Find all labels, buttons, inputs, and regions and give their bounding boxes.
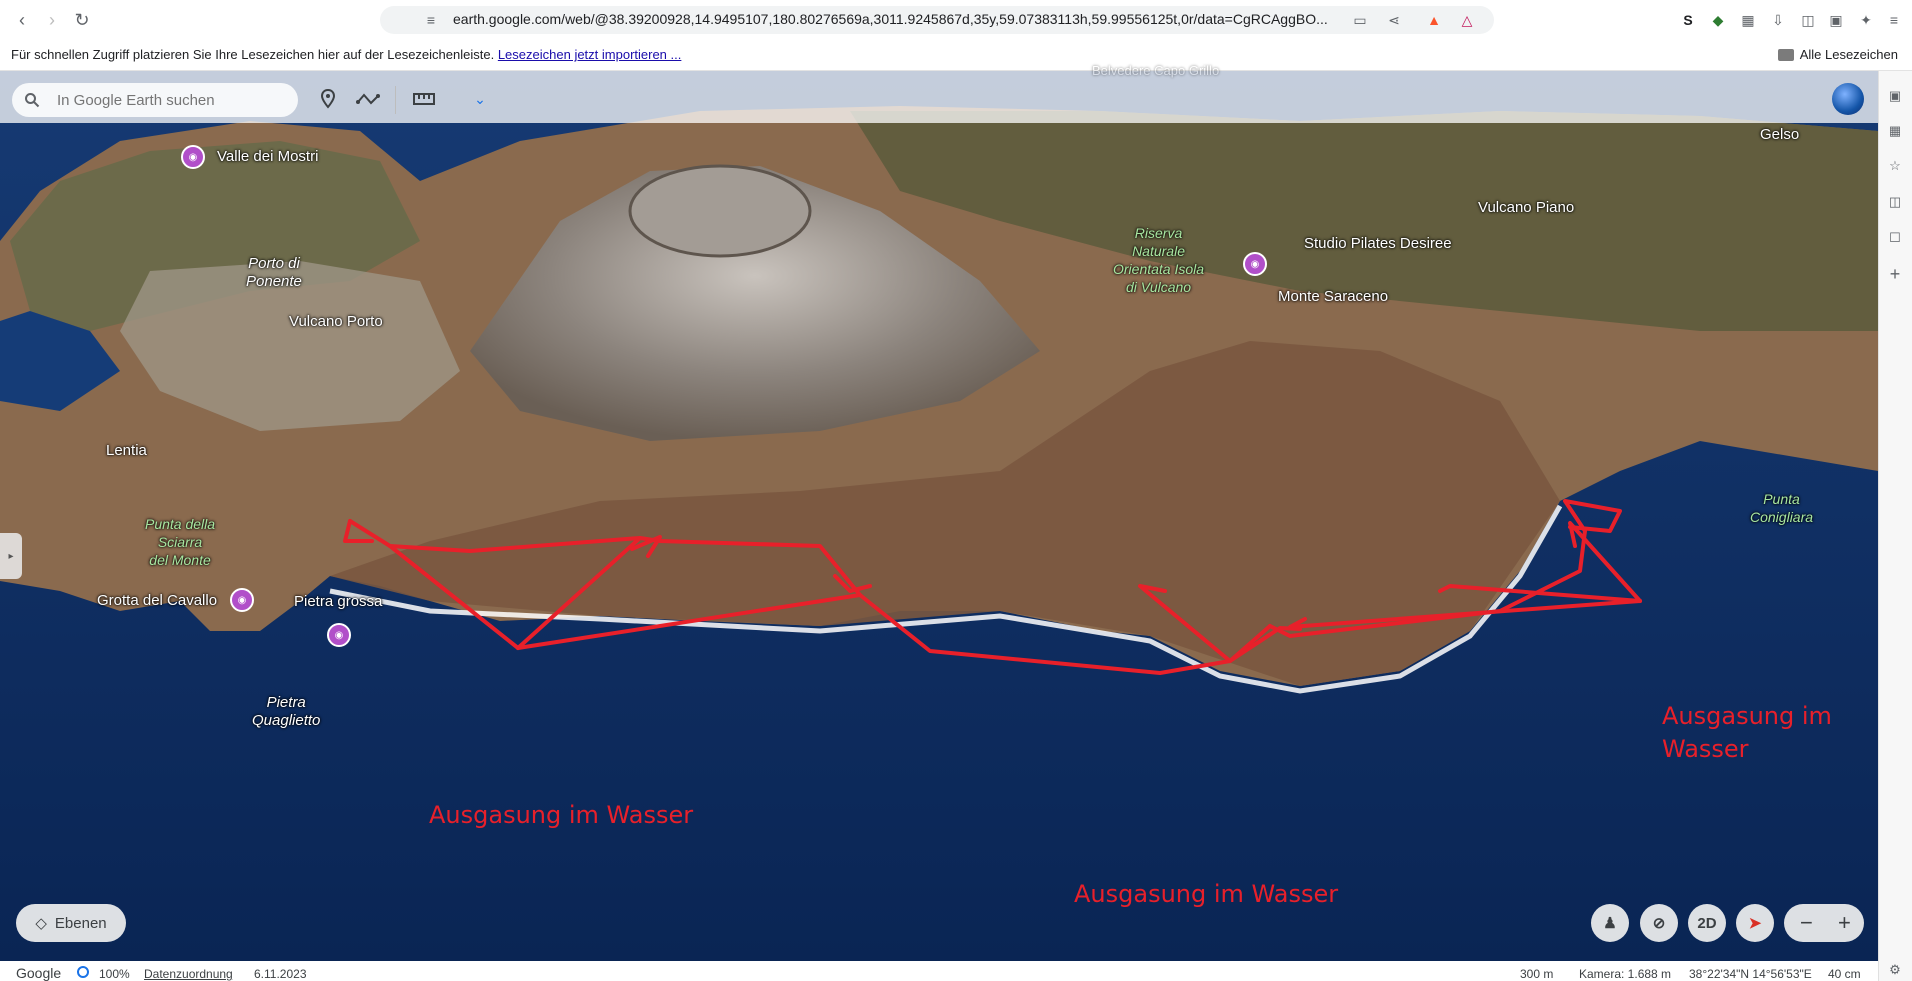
earth-3d-view[interactable] <box>0 71 1878 961</box>
notes-side-icon[interactable]: ☐ <box>1887 230 1903 246</box>
wallet-side-icon[interactable]: ▣ <box>1887 88 1903 104</box>
photo-pin-icon[interactable]: ◉ <box>1243 252 1267 276</box>
extension-s-icon[interactable]: S <box>1678 10 1698 30</box>
url-text[interactable]: earth.google.com/web/@38.39200928,14.949… <box>453 11 1328 27</box>
reset-view-icon[interactable]: ⊘ <box>1640 904 1678 942</box>
sidebar-toggle-icon[interactable]: ◫ <box>1798 10 1818 30</box>
path-icon[interactable] <box>355 88 381 110</box>
google-logo: Google <box>16 965 62 981</box>
place-label-line: Riserva <box>1134 225 1183 241</box>
all-bookmarks-button[interactable]: Alle Lesezeichen <box>1777 47 1898 62</box>
place-label[interactable]: Pietra grossa <box>294 593 382 611</box>
attribution-link[interactable]: Datenzuordnung <box>144 967 233 981</box>
imagery-date: 6.11.2023 <box>254 967 307 981</box>
place-label-line: Pietra <box>266 694 306 711</box>
place-label-line: Porto di <box>248 255 300 272</box>
vpn-shield-icon[interactable]: ◆ <box>1708 10 1728 30</box>
layers-label: Ebenen <box>54 914 107 932</box>
add-side-panel-icon[interactable]: + <box>1887 264 1903 284</box>
photo-pin-icon[interactable]: ◉ <box>230 588 254 612</box>
history-side-icon[interactable]: ◫ <box>1887 194 1903 210</box>
annotation-text: Ausgasung im Wasser <box>1074 880 1339 908</box>
settings-side-icon[interactable]: ⚙ <box>1887 962 1903 978</box>
place-label[interactable]: Monte Saraceno <box>1278 288 1388 306</box>
place-label-line: Conigliara <box>1750 509 1814 525</box>
place-label[interactable]: Studio Pilates Desiree <box>1304 235 1452 253</box>
place-label[interactable]: Porto di Ponente <box>246 255 302 291</box>
panel-toggle[interactable]: ▸ <box>0 533 22 579</box>
place-label[interactable]: Punta Conigliara <box>1750 490 1813 526</box>
annotation-line: Ausgasung im <box>1662 702 1832 730</box>
pegman-icon[interactable]: ♟ <box>1591 904 1629 942</box>
site-info-icon[interactable]: ≡ <box>421 10 441 30</box>
photo-pin-icon[interactable]: ◉ <box>181 145 205 169</box>
place-label-line: Orientata Isola <box>1113 261 1205 277</box>
annotation-text: Ausgasung im Wasser <box>429 801 694 829</box>
place-label[interactable]: Valle dei Mostri <box>217 148 318 166</box>
scale-label: 300 m <box>1520 967 1554 981</box>
placemark-icon[interactable] <box>315 88 341 110</box>
place-label[interactable]: Grotta del Cavallo <box>97 592 217 610</box>
toolbar-divider <box>395 86 396 114</box>
place-label-line: Naturale <box>1132 243 1185 259</box>
photo-pin-icon[interactable]: ◉ <box>327 623 351 647</box>
share-icon[interactable]: ⋖ <box>1384 10 1404 30</box>
bookmark-hint-text: Für schnellen Zugriff platzieren Sie Ihr… <box>11 47 495 62</box>
layers-button[interactable]: ◇ Ebenen <box>16 904 126 942</box>
brave-shield-icon[interactable]: ▲ <box>1424 10 1444 30</box>
place-label[interactable]: Vulcano Piano <box>1478 199 1574 217</box>
bookmark-bar: Für schnellen Zugriff platzieren Sie Ihr… <box>0 40 1912 71</box>
download-icon[interactable]: ⇩ <box>1768 10 1788 30</box>
place-label-line: Sciarra <box>157 534 203 550</box>
place-label[interactable]: Gelso <box>1760 126 1799 144</box>
bookmarks-side-icon[interactable]: ☆ <box>1887 158 1903 174</box>
annotation-line: Wasser <box>1662 735 1749 763</box>
place-label-line: del Monte <box>149 552 211 568</box>
place-label-line: Quaglietto <box>252 712 321 729</box>
place-label[interactable]: Vulcano Porto <box>289 313 383 331</box>
reading-list-icon[interactable]: ▦ <box>1887 123 1903 139</box>
faded-place-label: Belvedere Capo Grillo <box>1092 63 1220 78</box>
camera-altitude: Kamera: 1.688 m <box>1579 967 1672 981</box>
search-icon <box>25 93 40 108</box>
avatar[interactable] <box>1832 83 1864 115</box>
folder-icon <box>1777 48 1794 61</box>
back-icon[interactable]: ‹ <box>10 8 34 32</box>
reload-icon[interactable]: ↻ <box>70 8 94 32</box>
ruler-icon[interactable] <box>411 88 437 110</box>
place-label[interactable]: Punta della Sciarra del Monte <box>145 515 215 569</box>
place-label-line: di Vulcano <box>1125 279 1192 295</box>
status-bar: Google 100% Datenzuordnung 6.11.2023 300… <box>0 961 1878 981</box>
chevron-down-icon[interactable]: ⌄ <box>467 88 493 110</box>
place-label-line: Punta <box>1763 491 1800 507</box>
forward-icon[interactable]: › <box>40 8 64 32</box>
search-input[interactable] <box>55 88 289 112</box>
wallet-icon[interactable]: ▣ <box>1826 10 1846 30</box>
cast-icon[interactable]: ▭ <box>1350 10 1370 30</box>
compass-icon[interactable]: ➤ <box>1736 904 1774 942</box>
place-label-line: Ponente <box>246 273 302 290</box>
import-bookmarks-link[interactable]: Lesezeichen jetzt importieren ... <box>498 47 682 62</box>
toggle-2d-button[interactable]: 2D <box>1688 904 1726 942</box>
zoom-out-icon[interactable]: − <box>1800 910 1813 936</box>
loading-percent: 100% <box>99 967 130 981</box>
place-label-line: Punta della <box>145 516 216 532</box>
elevation: 40 cm <box>1828 967 1861 981</box>
place-label[interactable]: Lentia <box>106 442 147 460</box>
bookmark-hint: Für schnellen Zugriff platzieren Sie Ihr… <box>11 47 681 62</box>
all-bookmarks-label: Alle Lesezeichen <box>1799 47 1898 62</box>
layers-icon: ◇ <box>35 915 47 932</box>
place-label[interactable]: Riserva Naturale Orientata Isola di Vulc… <box>1113 224 1204 296</box>
terrain-render <box>0 71 1878 961</box>
extensions-icon[interactable]: ▦ <box>1738 10 1758 30</box>
menu-icon[interactable]: ≡ <box>1884 10 1904 30</box>
leo-ai-icon[interactable]: ✦ <box>1856 10 1876 30</box>
zoom-in-icon[interactable]: + <box>1838 910 1851 936</box>
coordinates: 38°22'34"N 14°56'53"E <box>1689 967 1812 981</box>
place-label[interactable]: Pietra Quaglietto <box>252 694 320 730</box>
brave-rewards-icon[interactable]: △ <box>1457 10 1477 30</box>
loading-ring-icon <box>77 966 89 978</box>
annotation-text: Ausgasung im Wasser <box>1662 700 1832 766</box>
zoom-control: − + <box>1784 904 1864 942</box>
